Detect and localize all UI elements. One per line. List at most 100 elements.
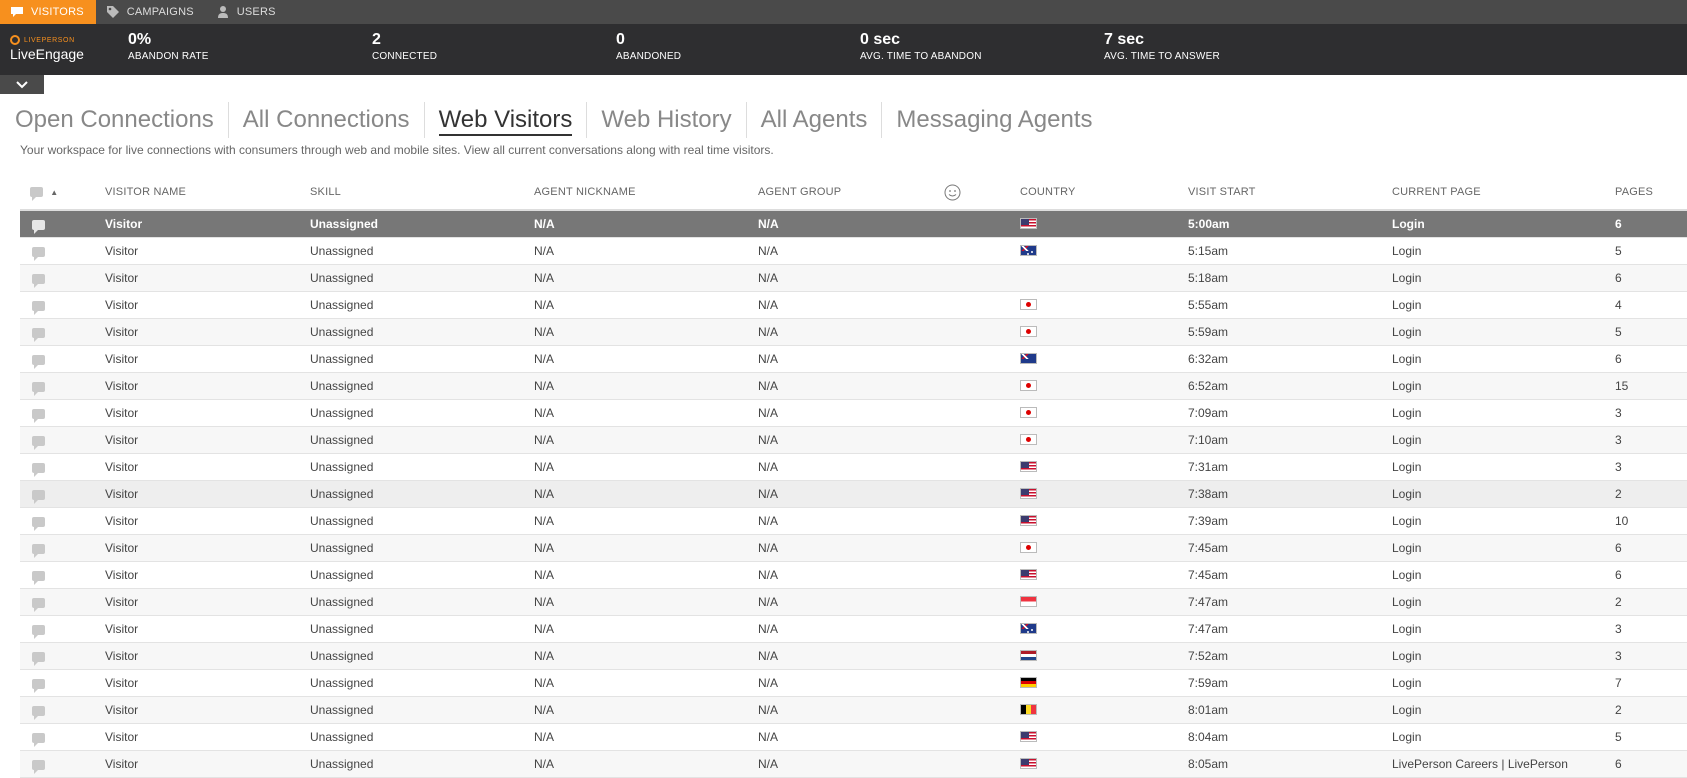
tab-users[interactable]: USERS bbox=[206, 0, 288, 24]
skill-cell: Unassigned bbox=[310, 433, 374, 447]
table-row[interactable]: Visitor Unassigned N/A N/A 8:05am LivePerson … bbox=[20, 751, 1687, 778]
column-agent-group[interactable]: AGENT GROUP bbox=[758, 181, 841, 203]
chat-icon[interactable] bbox=[32, 589, 45, 615]
country-flag-icon bbox=[1020, 238, 1037, 264]
chat-icon[interactable] bbox=[32, 400, 45, 426]
pages-cell: 6 bbox=[1615, 541, 1622, 555]
pages-cell: 4 bbox=[1615, 298, 1622, 312]
table-row[interactable]: Visitor Unassigned N/A N/A 8:04am Login 5 bbox=[20, 724, 1687, 751]
column-current-page[interactable]: CURRENT PAGE bbox=[1392, 181, 1481, 203]
current-page-cell: Login bbox=[1392, 244, 1422, 258]
table-row[interactable]: Visitor Unassigned N/A N/A 5:00am Login 6 bbox=[20, 211, 1687, 238]
tab-open-connections[interactable]: Open Connections bbox=[15, 102, 228, 138]
table-row[interactable]: Visitor Unassigned N/A N/A 7:45am Login 6 bbox=[20, 535, 1687, 562]
table-row[interactable]: Visitor Unassigned N/A N/A 7:45am Login 6 bbox=[20, 562, 1687, 589]
table-row[interactable]: Visitor Unassigned N/A N/A 5:59am Login 5 bbox=[20, 319, 1687, 346]
table-row[interactable]: Visitor Unassigned N/A N/A 6:52am Login 15 bbox=[20, 373, 1687, 400]
chat-icon[interactable] bbox=[32, 724, 45, 750]
agent-nickname-cell: N/A bbox=[534, 757, 555, 771]
chat-icon[interactable] bbox=[32, 535, 45, 561]
skill-cell: Unassigned bbox=[310, 325, 374, 339]
stat-abandoned: 0 ABANDONED bbox=[616, 31, 681, 62]
current-page-cell: Login bbox=[1392, 325, 1422, 339]
country-flag-icon bbox=[1020, 481, 1037, 507]
country-flag-icon bbox=[1020, 508, 1037, 534]
table-row[interactable]: Visitor Unassigned N/A N/A 5:15am Login 5 bbox=[20, 238, 1687, 265]
visit-start-cell: 7:31am bbox=[1188, 460, 1229, 474]
current-page-cell: Login bbox=[1392, 568, 1422, 582]
table-header: ▲ VISITOR NAME SKILL AGENT NICKNAME AGEN… bbox=[20, 181, 1687, 211]
column-country[interactable]: COUNTRY bbox=[1020, 181, 1076, 203]
agent-group-cell: N/A bbox=[758, 595, 779, 609]
chevron-down-icon bbox=[16, 76, 28, 94]
chat-bubble-icon bbox=[32, 463, 45, 477]
visit-start-cell: 5:00am bbox=[1188, 217, 1230, 231]
column-agent-nickname[interactable]: AGENT NICKNAME bbox=[534, 181, 636, 203]
flag-nl-icon bbox=[1020, 650, 1037, 661]
tab-visitors[interactable]: VISITORS bbox=[0, 0, 96, 24]
chat-icon[interactable] bbox=[32, 346, 45, 372]
visitor-name-cell: Visitor bbox=[105, 568, 139, 582]
chat-icon[interactable] bbox=[32, 454, 45, 480]
visitor-name-cell: Visitor bbox=[105, 541, 139, 555]
chat-icon[interactable] bbox=[32, 508, 45, 534]
country-flag-icon bbox=[1020, 643, 1037, 669]
chat-icon[interactable] bbox=[32, 562, 45, 588]
table-row[interactable]: Visitor Unassigned N/A N/A 7:52am Login 3 bbox=[20, 643, 1687, 670]
chat-icon[interactable] bbox=[32, 643, 45, 669]
column-visitor-name[interactable]: VISITOR NAME bbox=[105, 181, 186, 203]
table-row[interactable]: Visitor Unassigned N/A N/A 7:38am Login 2 bbox=[20, 481, 1687, 508]
chat-icon[interactable] bbox=[32, 211, 45, 237]
stat-avg-time-to-abandon: 0 sec AVG. TIME TO ABANDON bbox=[860, 31, 982, 62]
chat-bubble-icon bbox=[32, 355, 45, 369]
country-flag-icon bbox=[1020, 211, 1037, 237]
column-pages[interactable]: PAGES bbox=[1615, 181, 1653, 203]
chat-icon[interactable] bbox=[32, 292, 45, 318]
visitor-name-cell: Visitor bbox=[105, 298, 139, 312]
stat-value: 0 sec bbox=[860, 31, 901, 48]
table-row[interactable]: Visitor Unassigned N/A N/A 5:55am Login 4 bbox=[20, 292, 1687, 319]
chat-icon[interactable] bbox=[32, 265, 45, 291]
chat-column-header[interactable]: ▲ bbox=[30, 181, 58, 204]
brand-product: LiveEngage bbox=[10, 46, 84, 62]
chat-icon[interactable] bbox=[32, 670, 45, 696]
visit-start-cell: 8:01am bbox=[1188, 703, 1229, 717]
table-row[interactable]: Visitor Unassigned N/A N/A 7:10am Login 3 bbox=[20, 427, 1687, 454]
chat-icon[interactable] bbox=[32, 319, 45, 345]
chat-icon[interactable] bbox=[32, 373, 45, 399]
skill-cell: Unassigned bbox=[310, 676, 374, 690]
tab-all-agents[interactable]: All Agents bbox=[745, 102, 882, 138]
table-row[interactable]: Visitor Unassigned N/A N/A 7:59am Login 7 bbox=[20, 670, 1687, 697]
column-visit-start[interactable]: VISIT START bbox=[1188, 181, 1256, 203]
table-row[interactable]: Visitor Unassigned N/A N/A 7:09am Login 3 bbox=[20, 400, 1687, 427]
tab-web-history[interactable]: Web History bbox=[586, 102, 745, 138]
tab-messaging-agents[interactable]: Messaging Agents bbox=[881, 102, 1106, 138]
smiley-icon[interactable] bbox=[944, 181, 961, 209]
tab-campaigns[interactable]: CAMPAIGNS bbox=[96, 0, 206, 24]
table-row[interactable]: Visitor Unassigned N/A N/A 7:47am Login 2 bbox=[20, 589, 1687, 616]
chat-icon[interactable] bbox=[32, 427, 45, 453]
chat-icon[interactable] bbox=[32, 238, 45, 264]
table-row[interactable]: Visitor Unassigned N/A N/A 7:31am Login 3 bbox=[20, 454, 1687, 481]
agent-nickname-cell: N/A bbox=[534, 676, 555, 690]
tab-web-visitors[interactable]: Web Visitors bbox=[423, 102, 587, 138]
chat-icon[interactable] bbox=[32, 751, 45, 777]
country-flag-icon bbox=[1020, 346, 1037, 372]
stat-value: 0% bbox=[128, 31, 152, 48]
chat-icon[interactable] bbox=[32, 697, 45, 723]
table-row[interactable]: Visitor Unassigned N/A N/A 7:47am Login 3 bbox=[20, 616, 1687, 643]
agent-group-cell: N/A bbox=[758, 703, 779, 717]
tab-all-connections[interactable]: All Connections bbox=[227, 102, 424, 138]
collapse-toggle-button[interactable] bbox=[0, 75, 44, 94]
column-skill[interactable]: SKILL bbox=[310, 181, 341, 203]
visit-start-cell: 8:04am bbox=[1188, 730, 1229, 744]
chat-bubble-icon bbox=[32, 382, 45, 396]
chat-icon[interactable] bbox=[32, 481, 45, 507]
table-row[interactable]: Visitor Unassigned N/A N/A 6:32am Login 6 bbox=[20, 346, 1687, 373]
visitor-name-cell: Visitor bbox=[105, 271, 139, 285]
table-row[interactable]: Visitor Unassigned N/A N/A 5:18am Login 6 bbox=[20, 265, 1687, 292]
agent-nickname-cell: N/A bbox=[534, 622, 555, 636]
chat-icon[interactable] bbox=[32, 616, 45, 642]
table-row[interactable]: Visitor Unassigned N/A N/A 7:39am Login 10 bbox=[20, 508, 1687, 535]
table-row[interactable]: Visitor Unassigned N/A N/A 8:01am Login 2 bbox=[20, 697, 1687, 724]
